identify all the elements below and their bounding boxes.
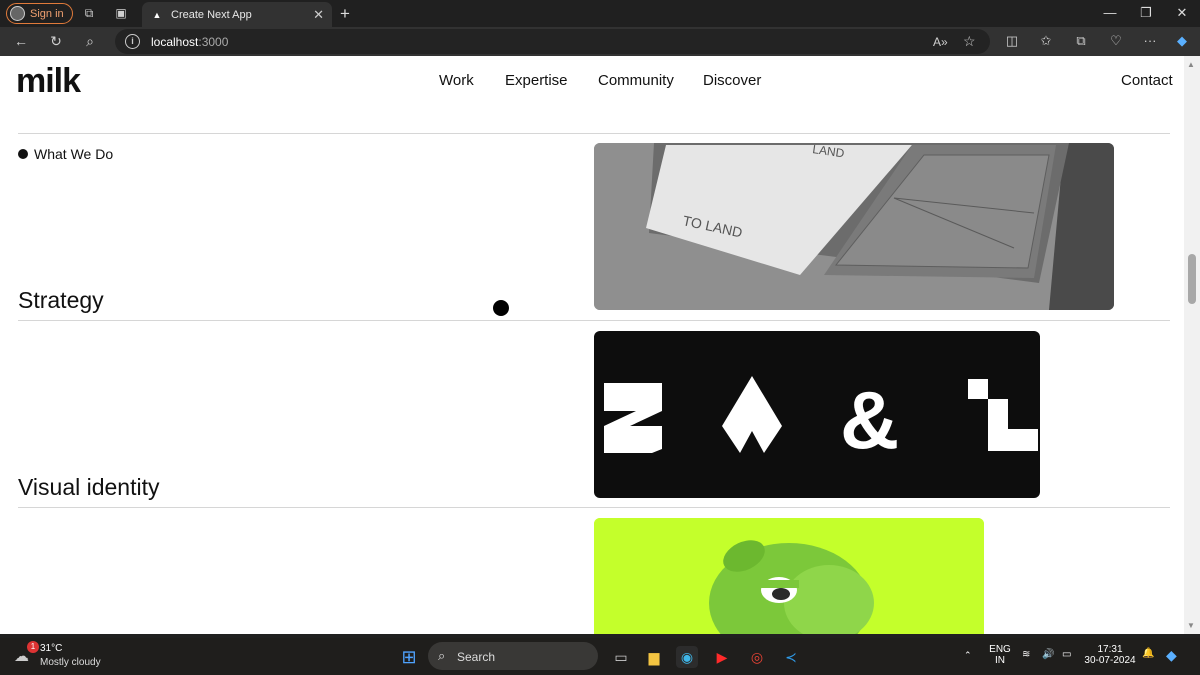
- bullet-dot-icon: [18, 149, 28, 159]
- notification-badge: 1: [27, 641, 39, 653]
- divider: [18, 320, 1170, 321]
- battery-icon[interactable]: ▭: [1062, 649, 1071, 660]
- close-window-icon[interactable]: ✕: [1172, 5, 1192, 21]
- volume-icon[interactable]: 🔊: [1042, 649, 1054, 660]
- chrome-icon[interactable]: ◎: [746, 646, 768, 668]
- page-viewport: milk Work Expertise Community Discover C…: [0, 56, 1184, 634]
- glyph-a-icon: [722, 376, 782, 453]
- nav-community[interactable]: Community: [598, 72, 674, 89]
- glyph-s-icon: [604, 383, 662, 453]
- glyph-ampersand: &: [840, 375, 899, 466]
- favorite-star-icon[interactable]: ☆: [963, 33, 976, 50]
- nav-contact[interactable]: Contact: [1121, 72, 1173, 89]
- wifi-icon[interactable]: ≋: [1022, 649, 1030, 660]
- close-tab-icon[interactable]: ✕: [313, 7, 324, 23]
- site-info-icon[interactable]: i: [125, 34, 140, 49]
- nav-discover[interactable]: Discover: [703, 72, 761, 89]
- workspaces-icon[interactable]: ⧉: [82, 6, 96, 20]
- section-title-visual-identity[interactable]: Visual identity: [18, 474, 160, 501]
- camel-character-illustration: [594, 518, 984, 634]
- green-camel-image[interactable]: [594, 518, 984, 634]
- file-explorer-icon[interactable]: ▆: [643, 646, 665, 668]
- eyebrow-what-we-do: What We Do: [18, 146, 113, 162]
- notification-bell-icon[interactable]: 🔔: [1142, 648, 1154, 659]
- windows-start-icon[interactable]: ⊞: [398, 646, 420, 668]
- url-text[interactable]: localhost:3000: [151, 35, 228, 49]
- search-label: Search: [457, 650, 496, 664]
- brand-glyphs-illustration: &: [604, 375, 1038, 466]
- glyph-l-icon: [968, 379, 1038, 451]
- custom-cursor: [493, 300, 509, 316]
- nextjs-favicon-icon: ▲: [152, 9, 162, 20]
- read-aloud-icon[interactable]: A»: [933, 35, 948, 49]
- site-logo[interactable]: milk: [16, 62, 81, 101]
- youtube-icon[interactable]: ▶: [711, 646, 733, 668]
- divider: [18, 507, 1170, 508]
- nav-work[interactable]: Work: [439, 72, 474, 89]
- sign-in-label: Sign in: [30, 7, 64, 20]
- divider: [18, 133, 1170, 134]
- tab-create-next-app[interactable]: ▲ Create Next App ✕: [142, 2, 332, 27]
- new-tab-icon[interactable]: +: [340, 4, 350, 24]
- nav-expertise[interactable]: Expertise: [505, 72, 568, 89]
- scroll-up-icon[interactable]: ▲: [1187, 60, 1195, 69]
- scrollbar-thumb[interactable]: [1188, 254, 1196, 304]
- address-bar[interactable]: i localhost:3000 A» ☆: [115, 29, 990, 54]
- browser-tab-strip: Sign in ⧉ ▣ ▲ Create Next App ✕ + — ❐ ✕: [0, 0, 1200, 27]
- language-indicator[interactable]: ENG IN: [987, 644, 1013, 666]
- clock[interactable]: 17:31 30-07-2024: [1084, 644, 1136, 666]
- refresh-icon[interactable]: ↻: [48, 33, 64, 49]
- more-menu-icon[interactable]: ···: [1142, 33, 1158, 49]
- maximize-icon[interactable]: ❐: [1136, 5, 1156, 21]
- edge-browser-icon[interactable]: ◉: [676, 646, 698, 668]
- weather-temp: 31°C: [40, 643, 63, 654]
- split-screen-icon[interactable]: ◫: [1004, 33, 1020, 49]
- favorites-icon[interactable]: ✩: [1038, 33, 1054, 49]
- show-hidden-icons[interactable]: ⌃: [964, 650, 972, 661]
- browser-toolbar: ← ↻ ⌕ i localhost:3000 A» ☆ ◫ ✩ ⧉ ♡ ··· …: [0, 27, 1200, 56]
- eyebrow-label: What We Do: [34, 146, 114, 162]
- browser-essentials-icon[interactable]: ♡: [1108, 33, 1124, 49]
- weather-desc: Mostly cloudy: [40, 657, 101, 668]
- sign-in-button[interactable]: Sign in: [6, 3, 73, 24]
- collections-icon[interactable]: ⧉: [1073, 33, 1089, 49]
- vscode-icon[interactable]: ≺: [780, 646, 802, 668]
- minimize-icon[interactable]: —: [1100, 5, 1120, 20]
- search-icon: ⌕: [438, 648, 446, 663]
- tab-title: Create Next App: [171, 8, 252, 21]
- tab-actions-icon[interactable]: ▣: [114, 6, 128, 20]
- search-icon[interactable]: ⌕: [82, 33, 98, 49]
- page-scrollbar[interactable]: ▲ ▼: [1184, 56, 1200, 634]
- task-view-icon[interactable]: ▭: [610, 646, 632, 668]
- packaging-mockup-illustration: TO LAND LAND: [594, 143, 1114, 310]
- section-title-strategy[interactable]: Strategy: [18, 287, 104, 314]
- taskbar-search[interactable]: ⌕ Search: [428, 642, 598, 670]
- windows-taskbar: ☁ 1 31°C Mostly cloudy ⊞ ⌕ Search ▭ ▆ ◉ …: [0, 638, 1200, 675]
- copilot-icon[interactable]: ◆: [1174, 33, 1190, 49]
- strategy-image[interactable]: TO LAND LAND: [594, 143, 1114, 310]
- profile-avatar-icon: [10, 6, 25, 21]
- visual-identity-image[interactable]: &: [594, 331, 1040, 498]
- scroll-down-icon[interactable]: ▼: [1187, 621, 1195, 630]
- back-icon[interactable]: ←: [13, 33, 29, 49]
- copilot-taskbar-icon[interactable]: ◆: [1166, 647, 1177, 664]
